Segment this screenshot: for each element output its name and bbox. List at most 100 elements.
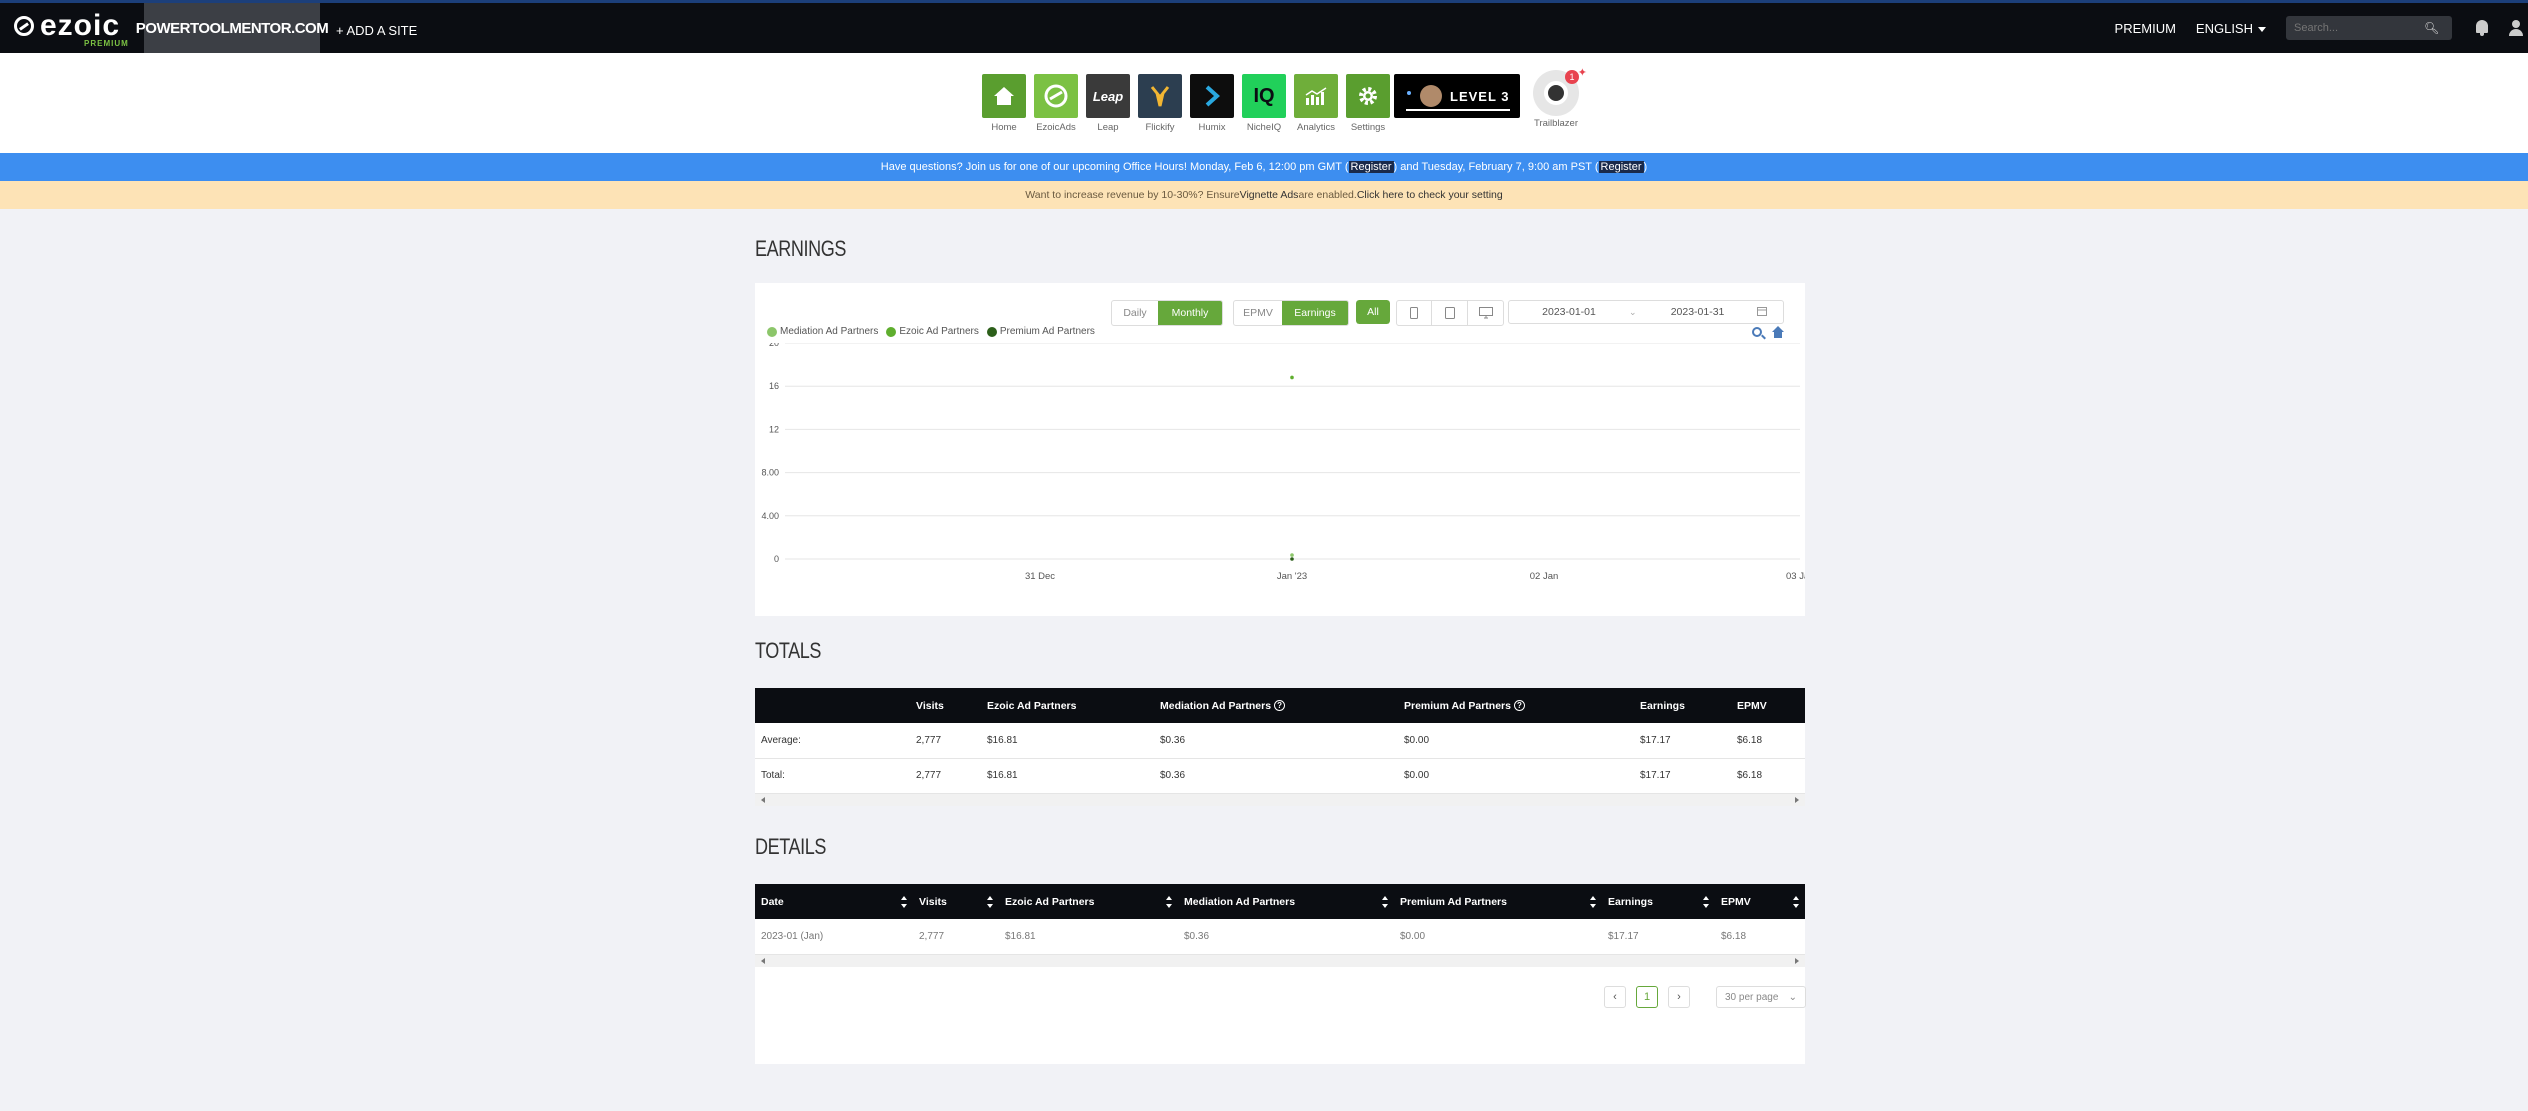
table-header-row: Visits Ezoic Ad Partners Mediation Ad Pa…	[755, 688, 1805, 723]
ezoic-logo-icon	[14, 16, 34, 36]
table-cell: $16.81	[999, 919, 1178, 955]
sort-icon	[901, 896, 907, 908]
search-box: 🔍︎	[2286, 16, 2452, 40]
bell-icon[interactable]	[2474, 19, 2490, 37]
user-icon[interactable]	[2508, 19, 2524, 37]
daily-button[interactable]: Daily	[1112, 301, 1158, 325]
register-link-1[interactable]: Register	[1348, 161, 1394, 173]
app-analytics[interactable]: Analytics	[1290, 74, 1342, 133]
vignette-banner: Want to increase revenue by 10-30%? Ensu…	[0, 181, 2528, 209]
y-tick-label: 12	[769, 424, 779, 434]
table-cell: $6.18	[1715, 919, 1805, 955]
sort-icon	[987, 896, 993, 908]
ezoicads-icon	[1034, 74, 1078, 118]
table-cell: $0.36	[1154, 758, 1398, 794]
totals-title: TOTALS	[755, 638, 822, 663]
scroll-left-icon[interactable]	[761, 796, 765, 803]
col-header	[755, 688, 910, 723]
app-humix[interactable]: Humix	[1186, 74, 1238, 133]
language-dropdown[interactable]: ENGLISH	[2196, 21, 2266, 36]
legend-item[interactable]: Premium Ad Partners	[986, 326, 1095, 337]
reset-zoom-home-icon[interactable]	[1772, 326, 1784, 338]
table-cell: $0.36	[1154, 723, 1398, 759]
scroll-right-icon[interactable]	[1795, 796, 1799, 803]
nav-right: PREMIUM ENGLISH 🔍︎	[2115, 3, 2528, 53]
x-tick-label: 31 Dec	[1025, 571, 1055, 582]
legend-swatch	[986, 326, 997, 337]
premium-link[interactable]: PREMIUM	[2115, 21, 2176, 36]
col-header: EPMV	[1731, 688, 1805, 723]
sparkle-icon: ✦	[1577, 67, 1587, 79]
tablet-icon[interactable]	[1431, 301, 1467, 325]
sort-icon	[1703, 896, 1709, 908]
app-leap[interactable]: Leap Leap	[1082, 74, 1134, 133]
site-selector[interactable]: POWERTOOLMENTOR.COM	[136, 3, 329, 53]
y-tick-label: 4.00	[761, 511, 779, 521]
page-1-button[interactable]: 1	[1636, 986, 1658, 1008]
app-settings[interactable]: Settings	[1342, 74, 1394, 133]
help-icon[interactable]: ?	[1274, 700, 1286, 712]
ezoic-logo[interactable]: ezoic PREMIUM	[14, 11, 128, 48]
x-tick-label: 02 Jan	[1530, 571, 1559, 582]
earnings-title: EARNINGS	[755, 236, 846, 261]
calendar-icon[interactable]	[1756, 306, 1767, 319]
col-header: Mediation Ad Partners?	[1154, 688, 1398, 723]
mobile-icon[interactable]	[1397, 301, 1431, 325]
help-icon[interactable]: ?	[1513, 700, 1525, 712]
check-setting-link[interactable]: Click here to check your setting	[1357, 189, 1503, 201]
legend-item[interactable]: Ezoic Ad Partners	[886, 326, 979, 337]
y-tick-label: 20	[769, 343, 779, 348]
chevron-down-icon: ⌄	[1629, 306, 1637, 317]
earnings-button[interactable]: Earnings	[1282, 301, 1348, 325]
app-flickify[interactable]: Flickify	[1134, 74, 1186, 133]
x-tick-label: 03 Ja	[1786, 571, 1805, 582]
sortable-col-header[interactable]: Mediation Ad Partners	[1178, 884, 1394, 919]
sortable-col-header[interactable]: Earnings	[1602, 884, 1715, 919]
search-input[interactable]	[2294, 22, 2424, 34]
table-cell: $17.17	[1634, 723, 1731, 759]
sortable-col-header[interactable]: Ezoic Ad Partners	[999, 884, 1178, 919]
device-all-button[interactable]: All	[1356, 300, 1390, 324]
legend-item[interactable]: Mediation Ad Partners	[767, 326, 878, 337]
monthly-button[interactable]: Monthly	[1158, 301, 1222, 325]
app-launcher: Home EzoicAds Leap Leap Flickify Humix I…	[978, 74, 1394, 133]
epmv-button[interactable]: EPMV	[1234, 301, 1282, 325]
register-link-2[interactable]: Register	[1598, 161, 1644, 173]
astronaut-icon: 1 ✦	[1533, 67, 1587, 116]
search-icon[interactable]: 🔍︎	[2424, 21, 2439, 35]
sortable-col-header[interactable]: Visits	[913, 884, 999, 919]
sortable-col-header[interactable]: Premium Ad Partners	[1394, 884, 1602, 919]
app-home[interactable]: Home	[978, 74, 1030, 133]
leap-icon: Leap	[1086, 74, 1130, 118]
table-cell: $17.17	[1602, 919, 1715, 955]
sort-icon	[1382, 896, 1388, 908]
earnings-chart: 0 4.00 8.00 12 16 20 31 Dec Jan '23 02 Jan 03 Ja	[761, 343, 1805, 582]
level-badge[interactable]: LEVEL 3	[1394, 74, 1520, 118]
office-hours-banner: Have questions? Join us for one of our u…	[0, 153, 2528, 181]
scroll-right-icon[interactable]	[1795, 957, 1799, 964]
level-progress-bar	[1406, 109, 1510, 111]
horizontal-scrollbar[interactable]	[755, 954, 1805, 967]
col-header: Earnings	[1634, 688, 1731, 723]
table-cell: $0.00	[1398, 723, 1634, 759]
sortable-col-header[interactable]: EPMV	[1715, 884, 1805, 919]
date-from[interactable]: 2023-01-01	[1509, 306, 1629, 318]
zoom-icon[interactable]	[1752, 327, 1762, 337]
horizontal-scrollbar[interactable]	[755, 793, 1805, 806]
add-site-link[interactable]: + ADD A SITE	[336, 23, 417, 38]
app-ezoicads[interactable]: EzoicAds	[1030, 74, 1082, 133]
table-cell: Total:	[755, 758, 910, 794]
next-page-button[interactable]: ›	[1668, 986, 1690, 1008]
date-range-picker[interactable]: 2023-01-01 ⌄ 2023-01-31	[1508, 300, 1784, 324]
date-to[interactable]: 2023-01-31	[1643, 306, 1753, 318]
table-cell: $0.00	[1394, 919, 1602, 955]
table-cell: 2,777	[913, 919, 999, 955]
desktop-icon[interactable]	[1467, 301, 1503, 325]
sortable-col-header[interactable]: Date	[755, 884, 913, 919]
trailblazer-badge[interactable]: 1 ✦ Trailblazer	[1530, 67, 1587, 129]
per-page-select[interactable]: 30 per page ⌄	[1716, 986, 1806, 1008]
app-nicheiq[interactable]: IQ NicheIQ	[1238, 74, 1290, 133]
scroll-left-icon[interactable]	[761, 957, 765, 964]
table-cell: $16.81	[981, 723, 1154, 759]
prev-page-button[interactable]: ‹	[1604, 986, 1626, 1008]
